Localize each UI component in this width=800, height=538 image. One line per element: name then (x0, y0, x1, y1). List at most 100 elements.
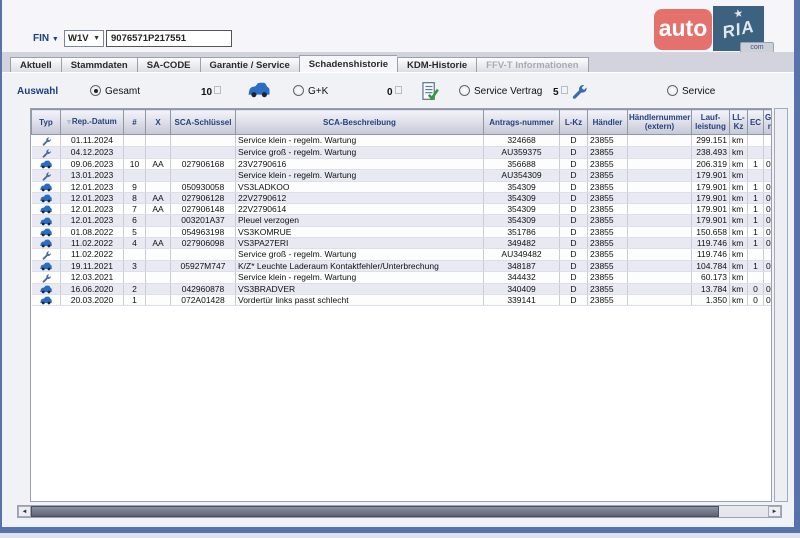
radio-button-icon[interactable] (459, 85, 470, 96)
car-icon[interactable] (247, 81, 271, 101)
tab-stammdaten[interactable]: Stammdaten (61, 57, 137, 72)
table-row[interactable]: 11.02.2022Service groß - regelm. Wartung… (32, 249, 773, 261)
radio-service-vertrag-label[interactable]: Service Vertrag (474, 86, 542, 97)
cell-beschreibung: Service klein - regelm. Wartung (236, 135, 484, 147)
cell-haendler: 23855 (588, 146, 628, 158)
car-icon (32, 295, 61, 306)
tab-garantie-service[interactable]: Garantie / Service (200, 57, 299, 72)
cell-lauf: 179.901 (692, 169, 730, 181)
car-icon (32, 260, 61, 271)
fin-input[interactable] (106, 30, 232, 47)
table-row[interactable]: 12.01.20238AA02790612822V2790612354309D2… (32, 192, 773, 203)
cell-ec: 1 (748, 192, 764, 203)
cell-extern (628, 146, 692, 158)
cell-datum: 04.12.2023 (61, 146, 124, 158)
col-haendlernummer-extern[interactable]: Händlernummer (extern) (628, 110, 692, 135)
table-row[interactable]: 12.01.20236003201A37Pleuel verzogen35430… (32, 215, 773, 226)
col-gutschriftnummer[interactable]: Gutschrift nummer (764, 110, 773, 135)
cell-datum: 19.11.2021 (61, 260, 124, 271)
checklist-icon[interactable] (420, 81, 444, 101)
cell-beschreibung: Service klein - regelm. Wartung (236, 169, 484, 181)
table-row[interactable]: 04.12.2023Service groß - regelm. Wartung… (32, 146, 773, 158)
col-sca-beschreibung[interactable]: SCA-Beschreibung (236, 110, 484, 135)
cell-antrag: 351786 (484, 226, 560, 237)
table-row[interactable]: 11.02.20224AA027906098VS3PA27ERI349482D2… (32, 237, 773, 248)
table-row[interactable]: 19.11.2021305927M747K/Z* Leuchte Laderau… (32, 260, 773, 271)
wtv-select[interactable]: W1V▼ (64, 30, 104, 47)
cell-lauf: 119.746 (692, 237, 730, 248)
col-l-kz[interactable]: L-Kz (560, 110, 588, 135)
fin-dropdown[interactable]: FIN ▼ (33, 33, 59, 44)
cell-lkz: D (560, 181, 588, 192)
horizontal-scrollbar-thumb[interactable] (31, 506, 719, 517)
col-nr[interactable]: # (124, 110, 146, 135)
count-box (395, 86, 402, 94)
scroll-left-arrow-icon[interactable]: ◄ (18, 506, 31, 517)
cell-haendler: 23855 (588, 215, 628, 226)
col-typ[interactable]: Typ (32, 110, 61, 135)
cell-extern (628, 237, 692, 248)
radio-service[interactable]: Service (667, 85, 715, 97)
table-row[interactable]: 20.03.20201072A01428Vordertür links pass… (32, 295, 773, 306)
cell-gutschrift: 00000000 (764, 295, 773, 306)
col-antragsnummer[interactable]: Antrags-nummer (484, 110, 560, 135)
cell-sca: 027906168 (171, 158, 236, 169)
vertical-scrollbar[interactable] (774, 108, 788, 502)
count-box (561, 86, 568, 94)
tab-sa-code[interactable]: SA-CODE (137, 57, 200, 72)
scroll-right-arrow-icon[interactable]: ► (768, 506, 781, 517)
tab-kdm-historie[interactable]: KDM-Historie (397, 57, 476, 72)
wrench-icon[interactable] (570, 81, 594, 101)
table-row[interactable]: 16.06.20202042960878VS3BRADVER340409D238… (32, 283, 773, 294)
cell-ec: 1 (748, 204, 764, 215)
col-rep-datum[interactable]: ▿Rep.-Datum (61, 110, 124, 135)
cell-x: AA (146, 204, 171, 215)
wrench-icon (32, 135, 61, 147)
cell-antrag: 354309 (484, 181, 560, 192)
radio-button-icon[interactable] (293, 85, 304, 96)
radio-gk-label[interactable]: G+K (308, 86, 328, 97)
table-row[interactable]: 12.01.20239050930058VS3LADKOO354309D2385… (32, 181, 773, 192)
col-sca-schluessel[interactable]: SCA-Schlüssel (171, 110, 236, 135)
cell-beschreibung: 22V2790614 (236, 204, 484, 215)
table-row[interactable]: 01.11.2024Service klein - regelm. Wartun… (32, 135, 773, 147)
cell-nr: 2 (124, 283, 146, 294)
horizontal-scrollbar[interactable]: ◄ ► (17, 505, 782, 518)
car-icon (32, 204, 61, 215)
table-row[interactable]: 01.08.20225054963198VS3KOMRUE351786D2385… (32, 226, 773, 237)
radio-button-icon[interactable] (90, 85, 101, 96)
radio-gesamt-label[interactable]: Gesamt (105, 86, 140, 97)
cell-ec (748, 135, 764, 147)
table-row[interactable]: 13.01.2023Service klein - regelm. Wartun… (32, 169, 773, 181)
table-row[interactable]: 12.01.20237AA02790614822V2790614354309D2… (32, 204, 773, 215)
tab-schadenshistorie[interactable]: Schadenshistorie (299, 55, 397, 72)
horizontal-scrollbar-track[interactable] (719, 506, 768, 517)
cell-beschreibung: Service groß - regelm. Wartung (236, 249, 484, 261)
cell-beschreibung: VS3KOMRUE (236, 226, 484, 237)
radio-gk[interactable]: G+K (293, 85, 328, 97)
tab-aktuell[interactable]: Aktuell (10, 57, 61, 72)
cell-llkz: km (730, 135, 748, 147)
cell-extern (628, 181, 692, 192)
cell-datum: 01.08.2022 (61, 226, 124, 237)
col-x[interactable]: X (146, 110, 171, 135)
radio-service-vertrag[interactable]: Service Vertrag (459, 85, 542, 97)
table-row[interactable]: 09.06.202310AA02790616823V2790616356688D… (32, 158, 773, 169)
cell-llkz: km (730, 249, 748, 261)
count-service-vertrag: 5 (553, 86, 568, 98)
tab-bar: AktuellStammdatenSA-CODEGarantie / Servi… (10, 57, 589, 72)
cell-extern (628, 283, 692, 294)
col-ec[interactable]: EC (748, 110, 764, 135)
table-row[interactable]: 12.03.2021Service klein - regelm. Wartun… (32, 272, 773, 284)
radio-button-icon[interactable] (667, 85, 678, 96)
col-haendler[interactable]: Händler (588, 110, 628, 135)
filter-label: Auswahl (17, 86, 58, 97)
cell-beschreibung: VS3BRADVER (236, 283, 484, 294)
col-laufleistung[interactable]: Lauf-leistung (692, 110, 730, 135)
cell-antrag: 344432 (484, 272, 560, 284)
radio-gesamt[interactable]: Gesamt (90, 85, 140, 97)
wtv-select-value: W1V (68, 33, 89, 44)
col-ll-kz[interactable]: LL-Kz (730, 110, 748, 135)
radio-service-label[interactable]: Service (682, 86, 715, 97)
cell-datum: 11.02.2022 (61, 237, 124, 248)
